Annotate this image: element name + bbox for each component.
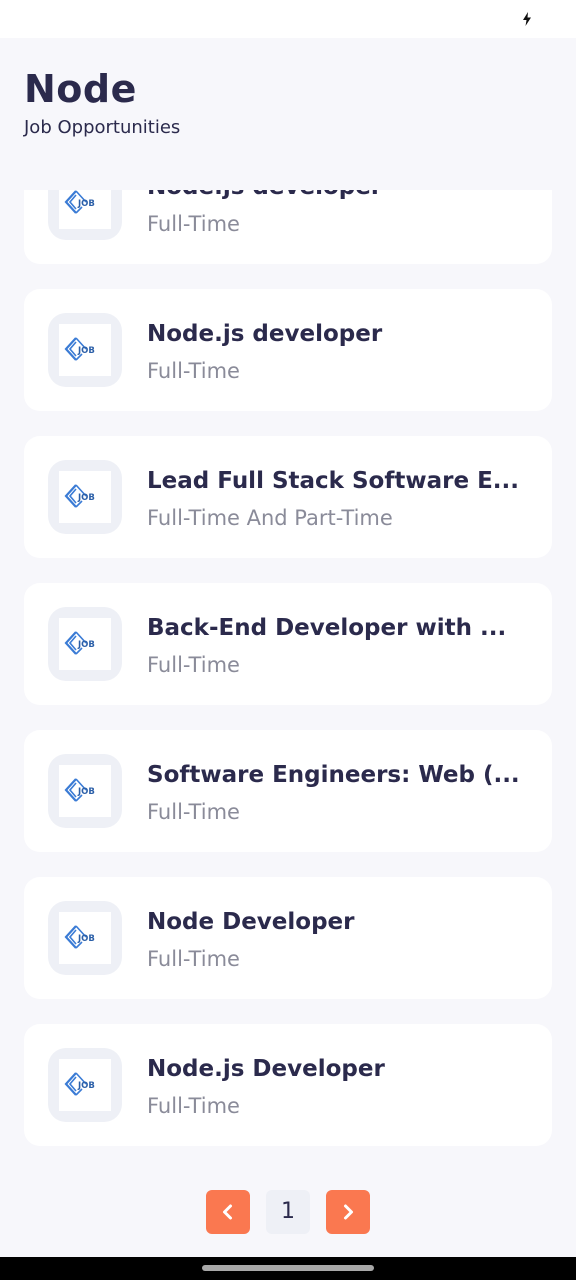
status-bar	[0, 0, 576, 38]
job-title: Lead Full Stack Software E...	[147, 468, 519, 494]
job-logo-icon: JOB	[64, 925, 95, 949]
job-card[interactable]: JOB Node.js developer Full-Time	[24, 190, 552, 264]
company-logo: JOB	[48, 901, 122, 975]
job-type: Full-Time	[147, 212, 240, 236]
job-type: Full-Time	[147, 653, 240, 677]
job-logo-icon: JOB	[64, 484, 95, 508]
svg-text:JOB: JOB	[77, 493, 95, 503]
company-logo: JOB	[48, 1048, 122, 1122]
svg-text:JOB: JOB	[77, 1081, 95, 1091]
job-logo-icon: JOB	[64, 778, 95, 802]
job-type: Full-Time	[147, 359, 240, 383]
job-title: Node.js developer	[147, 190, 527, 202]
job-logo-icon: JOB	[64, 1072, 95, 1096]
page-title: Node	[24, 67, 137, 111]
next-page-button[interactable]	[326, 1190, 370, 1234]
svg-text:JOB: JOB	[77, 346, 95, 356]
previous-page-button[interactable]	[206, 1190, 250, 1234]
company-logo: JOB	[48, 754, 122, 828]
company-logo: JOB	[48, 607, 122, 681]
job-title: Software Engineers: Web (...	[147, 762, 520, 788]
job-card[interactable]: JOB Software Engineers: Web (... Full-Ti…	[24, 730, 552, 852]
job-card[interactable]: JOB Node.js Developer Full-Time	[24, 1024, 552, 1146]
job-card[interactable]: JOB Back-End Developer with ... Full-Tim…	[24, 583, 552, 705]
svg-text:JOB: JOB	[77, 787, 95, 797]
job-logo-icon: JOB	[64, 631, 95, 655]
job-logo-icon: JOB	[64, 190, 95, 214]
job-logo-icon: JOB	[64, 337, 95, 361]
job-type: Full-Time	[147, 1094, 240, 1118]
page-header: Node Job Opportunities	[24, 66, 554, 140]
svg-text:JOB: JOB	[77, 934, 95, 944]
job-type: Full-Time	[147, 947, 240, 971]
company-logo: JOB	[48, 190, 122, 240]
page-subtitle: Job Opportunities	[24, 117, 181, 138]
company-logo: JOB	[48, 313, 122, 387]
svg-text:JOB: JOB	[77, 640, 95, 650]
job-card[interactable]: JOB Lead Full Stack Software E... Full-T…	[24, 436, 552, 558]
job-type: Full-Time And Part-Time	[147, 506, 393, 530]
chevron-right-icon	[344, 1204, 353, 1220]
chevron-left-icon	[223, 1204, 232, 1220]
job-title: Node Developer	[147, 909, 355, 935]
home-indicator[interactable]	[202, 1265, 374, 1271]
svg-text:JOB: JOB	[77, 199, 95, 209]
job-title: Back-End Developer with ...	[147, 615, 507, 641]
job-card[interactable]: JOB Node.js developer Full-Time	[24, 289, 552, 411]
company-logo: JOB	[48, 460, 122, 534]
charging-bolt-icon	[523, 12, 531, 26]
job-title: Node.js Developer	[147, 1056, 385, 1082]
pagination: 1	[0, 1190, 576, 1234]
system-navigation-bar	[0, 1257, 576, 1280]
job-title: Node.js developer	[147, 321, 383, 347]
current-page-indicator[interactable]: 1	[266, 1190, 310, 1234]
job-card[interactable]: JOB Node Developer Full-Time	[24, 877, 552, 999]
job-list[interactable]: JOB Node.js developer Full-Time JOB Node…	[0, 190, 576, 1150]
job-type: Full-Time	[147, 800, 240, 824]
